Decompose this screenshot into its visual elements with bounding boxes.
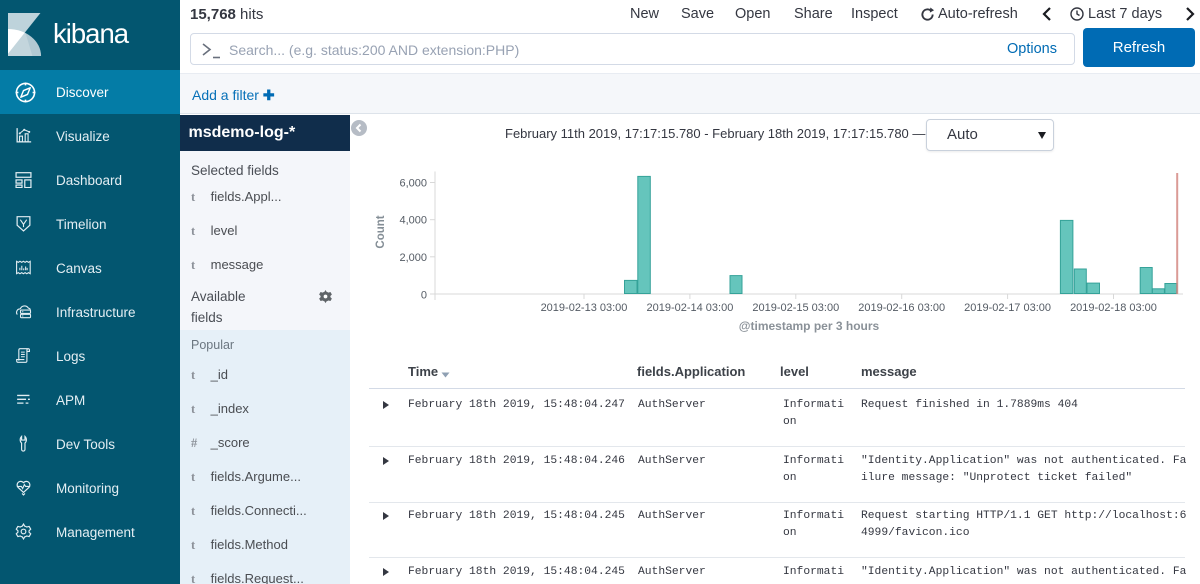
svg-text:6,000: 6,000 xyxy=(399,178,427,190)
svg-text:@timestamp per 3 hours: @timestamp per 3 hours xyxy=(739,319,880,333)
svg-text:2019-02-18 03:00: 2019-02-18 03:00 xyxy=(1070,302,1157,314)
svg-text:2019-02-13 03:00: 2019-02-13 03:00 xyxy=(541,302,628,314)
svg-text:2019-02-15 03:00: 2019-02-15 03:00 xyxy=(752,302,839,314)
svg-text:2019-02-14 03:00: 2019-02-14 03:00 xyxy=(646,302,733,314)
svg-text:2019-02-16 03:00: 2019-02-16 03:00 xyxy=(858,302,945,314)
svg-text:0: 0 xyxy=(421,289,427,301)
svg-text:2,000: 2,000 xyxy=(399,252,427,264)
svg-text:Count: Count xyxy=(375,215,387,248)
svg-text:2019-02-17 03:00: 2019-02-17 03:00 xyxy=(964,302,1051,314)
svg-text:4,000: 4,000 xyxy=(399,215,427,227)
